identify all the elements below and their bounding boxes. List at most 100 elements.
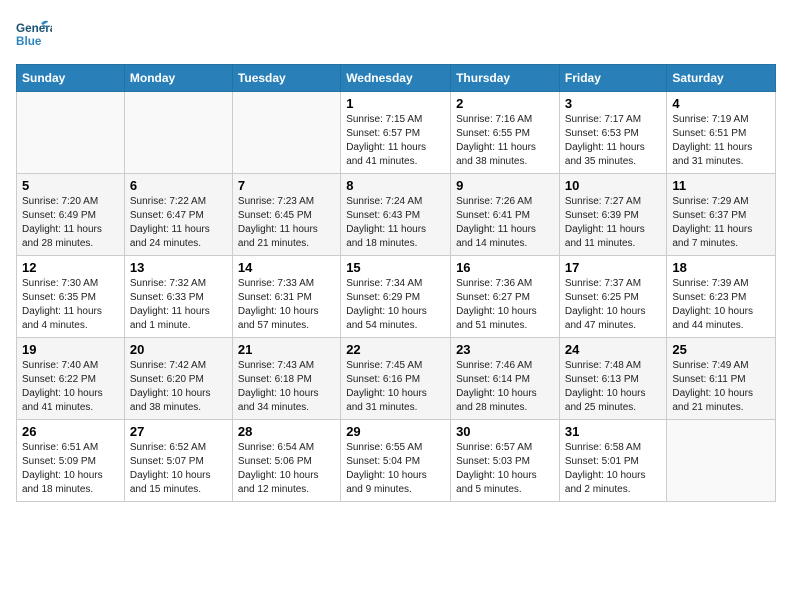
calendar-cell	[667, 420, 776, 502]
calendar-cell: 18 Sunrise: 7:39 AM Sunset: 6:23 PM Dayli…	[667, 256, 776, 338]
day-info: Sunrise: 7:20 AM Sunset: 6:49 PM Dayligh…	[22, 195, 119, 251]
day-info: Sunrise: 6:54 AM Sunset: 5:06 PM Dayligh…	[238, 441, 335, 497]
calendar-cell: 2Sunrise: 7:16 AM Sunset: 6:55 PM Daylig…	[451, 92, 560, 174]
day-info: Sunrise: 6:51 AM Sunset: 5:09 PM Dayligh…	[22, 441, 119, 497]
day-number: 5	[22, 178, 119, 193]
calendar-cell: 26 Sunrise: 6:51 AM Sunset: 5:09 PM Dayli…	[17, 420, 125, 502]
day-info: Sunrise: 7:37 AM Sunset: 6:25 PM Dayligh…	[565, 277, 661, 333]
day-number: 14	[238, 260, 335, 275]
day-info: Sunrise: 7:32 AM Sunset: 6:33 PM Dayligh…	[130, 277, 227, 333]
calendar-cell: 17 Sunrise: 7:37 AM Sunset: 6:25 PM Dayli…	[559, 256, 666, 338]
day-info: Sunrise: 7:48 AM Sunset: 6:13 PM Dayligh…	[565, 359, 661, 415]
day-number: 9	[456, 178, 554, 193]
day-number: 22	[346, 342, 445, 357]
calendar-cell: 11 Sunrise: 7:29 AM Sunset: 6:37 PM Dayli…	[667, 174, 776, 256]
calendar-header: SundayMondayTuesdayWednesdayThursdayFrid…	[17, 65, 776, 92]
calendar-week-5: 26 Sunrise: 6:51 AM Sunset: 5:09 PM Dayli…	[17, 420, 776, 502]
calendar-week-2: 5 Sunrise: 7:20 AM Sunset: 6:49 PM Daylig…	[17, 174, 776, 256]
calendar-cell: 25 Sunrise: 7:49 AM Sunset: 6:11 PM Dayli…	[667, 338, 776, 420]
day-number: 20	[130, 342, 227, 357]
calendar-cell: 29 Sunrise: 6:55 AM Sunset: 5:04 PM Dayli…	[341, 420, 451, 502]
day-number: 27	[130, 424, 227, 439]
day-number: 25	[672, 342, 770, 357]
calendar-cell: 30 Sunrise: 6:57 AM Sunset: 5:03 PM Dayli…	[451, 420, 560, 502]
weekday-header-thursday: Thursday	[451, 65, 560, 92]
day-number: 11	[672, 178, 770, 193]
calendar-cell	[124, 92, 232, 174]
day-number: 28	[238, 424, 335, 439]
day-number: 17	[565, 260, 661, 275]
day-number: 19	[22, 342, 119, 357]
day-number: 30	[456, 424, 554, 439]
weekday-header-saturday: Saturday	[667, 65, 776, 92]
calendar-cell: 9 Sunrise: 7:26 AM Sunset: 6:41 PM Daylig…	[451, 174, 560, 256]
day-info: Sunrise: 7:17 AM Sunset: 6:53 PM Dayligh…	[565, 113, 661, 169]
day-info: Sunrise: 7:43 AM Sunset: 6:18 PM Dayligh…	[238, 359, 335, 415]
day-number: 12	[22, 260, 119, 275]
day-info: Sunrise: 6:55 AM Sunset: 5:04 PM Dayligh…	[346, 441, 445, 497]
logo: General Blue	[16, 16, 52, 52]
day-info: Sunrise: 7:23 AM Sunset: 6:45 PM Dayligh…	[238, 195, 335, 251]
page-header: General Blue	[16, 16, 776, 52]
calendar-cell: 21Sunrise: 7:43 AM Sunset: 6:18 PM Dayli…	[232, 338, 340, 420]
calendar-cell: 3 Sunrise: 7:17 AM Sunset: 6:53 PM Daylig…	[559, 92, 666, 174]
calendar-cell: 19 Sunrise: 7:40 AM Sunset: 6:22 PM Dayli…	[17, 338, 125, 420]
calendar-cell: 13 Sunrise: 7:32 AM Sunset: 6:33 PM Dayli…	[124, 256, 232, 338]
day-info: Sunrise: 7:46 AM Sunset: 6:14 PM Dayligh…	[456, 359, 554, 415]
day-info: Sunrise: 7:34 AM Sunset: 6:29 PM Dayligh…	[346, 277, 445, 333]
calendar-cell: 31 Sunrise: 6:58 AM Sunset: 5:01 PM Dayli…	[559, 420, 666, 502]
calendar-cell: 16Sunrise: 7:36 AM Sunset: 6:27 PM Dayli…	[451, 256, 560, 338]
calendar-cell: 7Sunrise: 7:23 AM Sunset: 6:45 PM Daylig…	[232, 174, 340, 256]
day-info: Sunrise: 6:58 AM Sunset: 5:01 PM Dayligh…	[565, 441, 661, 497]
day-info: Sunrise: 7:49 AM Sunset: 6:11 PM Dayligh…	[672, 359, 770, 415]
day-info: Sunrise: 7:19 AM Sunset: 6:51 PM Dayligh…	[672, 113, 770, 169]
day-number: 29	[346, 424, 445, 439]
day-info: Sunrise: 7:42 AM Sunset: 6:20 PM Dayligh…	[130, 359, 227, 415]
day-number: 24	[565, 342, 661, 357]
calendar-cell: 22 Sunrise: 7:45 AM Sunset: 6:16 PM Dayli…	[341, 338, 451, 420]
day-number: 18	[672, 260, 770, 275]
calendar-cell: 27Sunrise: 6:52 AM Sunset: 5:07 PM Dayli…	[124, 420, 232, 502]
day-info: Sunrise: 7:27 AM Sunset: 6:39 PM Dayligh…	[565, 195, 661, 251]
calendar-week-1: 1 Sunrise: 7:15 AM Sunset: 6:57 PM Daylig…	[17, 92, 776, 174]
day-number: 1	[346, 96, 445, 111]
calendar-cell: 1 Sunrise: 7:15 AM Sunset: 6:57 PM Daylig…	[341, 92, 451, 174]
calendar-cell: 6 Sunrise: 7:22 AM Sunset: 6:47 PM Daylig…	[124, 174, 232, 256]
calendar-cell: 5 Sunrise: 7:20 AM Sunset: 6:49 PM Daylig…	[17, 174, 125, 256]
day-info: Sunrise: 6:57 AM Sunset: 5:03 PM Dayligh…	[456, 441, 554, 497]
day-number: 4	[672, 96, 770, 111]
day-info: Sunrise: 7:33 AM Sunset: 6:31 PM Dayligh…	[238, 277, 335, 333]
calendar-cell	[17, 92, 125, 174]
svg-text:General: General	[16, 22, 52, 35]
day-number: 6	[130, 178, 227, 193]
day-info: Sunrise: 7:39 AM Sunset: 6:23 PM Dayligh…	[672, 277, 770, 333]
day-number: 10	[565, 178, 661, 193]
calendar-table: SundayMondayTuesdayWednesdayThursdayFrid…	[16, 64, 776, 502]
calendar-cell: 24 Sunrise: 7:48 AM Sunset: 6:13 PM Dayli…	[559, 338, 666, 420]
day-number: 31	[565, 424, 661, 439]
weekday-header-sunday: Sunday	[17, 65, 125, 92]
calendar-week-4: 19 Sunrise: 7:40 AM Sunset: 6:22 PM Dayli…	[17, 338, 776, 420]
calendar-cell: 4 Sunrise: 7:19 AM Sunset: 6:51 PM Daylig…	[667, 92, 776, 174]
day-info: Sunrise: 7:36 AM Sunset: 6:27 PM Dayligh…	[456, 277, 554, 333]
calendar-cell: 20 Sunrise: 7:42 AM Sunset: 6:20 PM Dayli…	[124, 338, 232, 420]
day-info: Sunrise: 7:29 AM Sunset: 6:37 PM Dayligh…	[672, 195, 770, 251]
logo-icon: General Blue	[16, 16, 52, 52]
day-info: Sunrise: 7:15 AM Sunset: 6:57 PM Dayligh…	[346, 113, 445, 169]
day-info: Sunrise: 7:22 AM Sunset: 6:47 PM Dayligh…	[130, 195, 227, 251]
day-number: 13	[130, 260, 227, 275]
calendar-cell: 8Sunrise: 7:24 AM Sunset: 6:43 PM Daylig…	[341, 174, 451, 256]
calendar-cell	[232, 92, 340, 174]
day-number: 3	[565, 96, 661, 111]
day-number: 8	[346, 178, 445, 193]
day-info: Sunrise: 7:26 AM Sunset: 6:41 PM Dayligh…	[456, 195, 554, 251]
day-info: Sunrise: 7:40 AM Sunset: 6:22 PM Dayligh…	[22, 359, 119, 415]
weekday-header-monday: Monday	[124, 65, 232, 92]
day-number: 26	[22, 424, 119, 439]
day-info: Sunrise: 7:45 AM Sunset: 6:16 PM Dayligh…	[346, 359, 445, 415]
calendar-cell: 10 Sunrise: 7:27 AM Sunset: 6:39 PM Dayli…	[559, 174, 666, 256]
day-number: 2	[456, 96, 554, 111]
weekday-header-friday: Friday	[559, 65, 666, 92]
calendar-cell: 28 Sunrise: 6:54 AM Sunset: 5:06 PM Dayli…	[232, 420, 340, 502]
calendar-cell: 12Sunrise: 7:30 AM Sunset: 6:35 PM Dayli…	[17, 256, 125, 338]
